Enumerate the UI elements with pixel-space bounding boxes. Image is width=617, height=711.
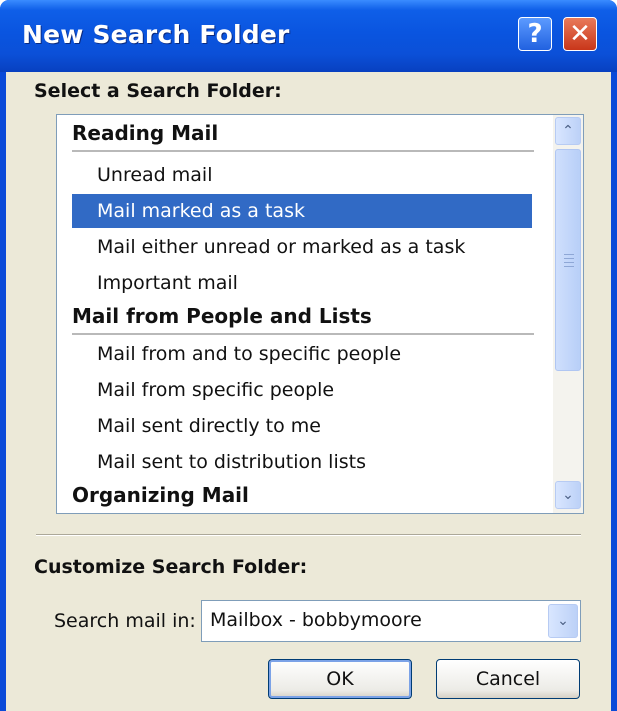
chevron-up-icon: ⌃	[562, 123, 574, 139]
list-item-mail-marked-as-task[interactable]: Mail marked as a task	[72, 194, 532, 228]
dialog-body: Select a Search Folder: Reading Mail Unr…	[6, 72, 611, 711]
dropdown-arrow-button[interactable]: ⌄	[548, 604, 578, 638]
search-mail-in-label: Search mail in:	[54, 610, 196, 632]
help-button[interactable]: ?	[518, 17, 552, 51]
close-icon: ✕	[569, 19, 591, 49]
list-item-sent-directly-to-me[interactable]: Mail sent directly to me	[97, 409, 321, 443]
scroll-thumb[interactable]	[555, 149, 581, 371]
dialog-window: New Search Folder ? ✕ Select a Search Fo…	[0, 0, 617, 711]
group-header-reading-mail: Reading Mail	[72, 121, 219, 145]
grip-line	[564, 254, 574, 255]
close-button[interactable]: ✕	[563, 17, 597, 51]
grip-line	[564, 266, 574, 267]
section-divider	[36, 534, 581, 536]
list-item-sent-to-distribution-lists[interactable]: Mail sent to distribution lists	[97, 445, 366, 479]
dropdown-selected-value: Mailbox - bobbymoore	[210, 609, 422, 631]
group-divider	[72, 150, 534, 152]
help-icon: ?	[527, 19, 543, 49]
list-scrollbar[interactable]: ⌃ ⌄	[553, 115, 583, 513]
group-divider	[72, 333, 534, 335]
title-bar[interactable]: New Search Folder ? ✕	[0, 0, 617, 72]
list-item-from-specific-people[interactable]: Mail from specific people	[97, 373, 334, 407]
ok-button[interactable]: OK	[268, 659, 412, 699]
cancel-button[interactable]: Cancel	[436, 659, 580, 699]
select-search-folder-heading: Select a Search Folder:	[34, 80, 282, 102]
chevron-down-icon: ⌄	[562, 487, 574, 503]
grip-line	[564, 258, 574, 259]
window-title: New Search Folder	[22, 20, 290, 49]
list-item-unread-or-task[interactable]: Mail either unread or marked as a task	[97, 230, 465, 264]
customize-search-folder-heading: Customize Search Folder:	[34, 556, 308, 578]
scroll-up-button[interactable]: ⌃	[555, 117, 581, 145]
group-header-people-and-lists: Mail from People and Lists	[72, 304, 372, 328]
chevron-down-icon: ⌄	[557, 613, 569, 629]
scroll-down-button[interactable]: ⌄	[555, 481, 581, 509]
search-folder-list[interactable]: Reading Mail Unread mail Mail marked as …	[56, 114, 584, 514]
list-item-important-mail[interactable]: Important mail	[97, 266, 238, 300]
grip-line	[564, 262, 574, 263]
group-header-organizing-mail: Organizing Mail	[72, 483, 249, 507]
list-item-unread-mail[interactable]: Unread mail	[97, 158, 212, 192]
list-item-from-and-to-people[interactable]: Mail from and to specific people	[97, 337, 401, 371]
search-mail-in-dropdown[interactable]: Mailbox - bobbymoore ⌄	[201, 600, 581, 642]
